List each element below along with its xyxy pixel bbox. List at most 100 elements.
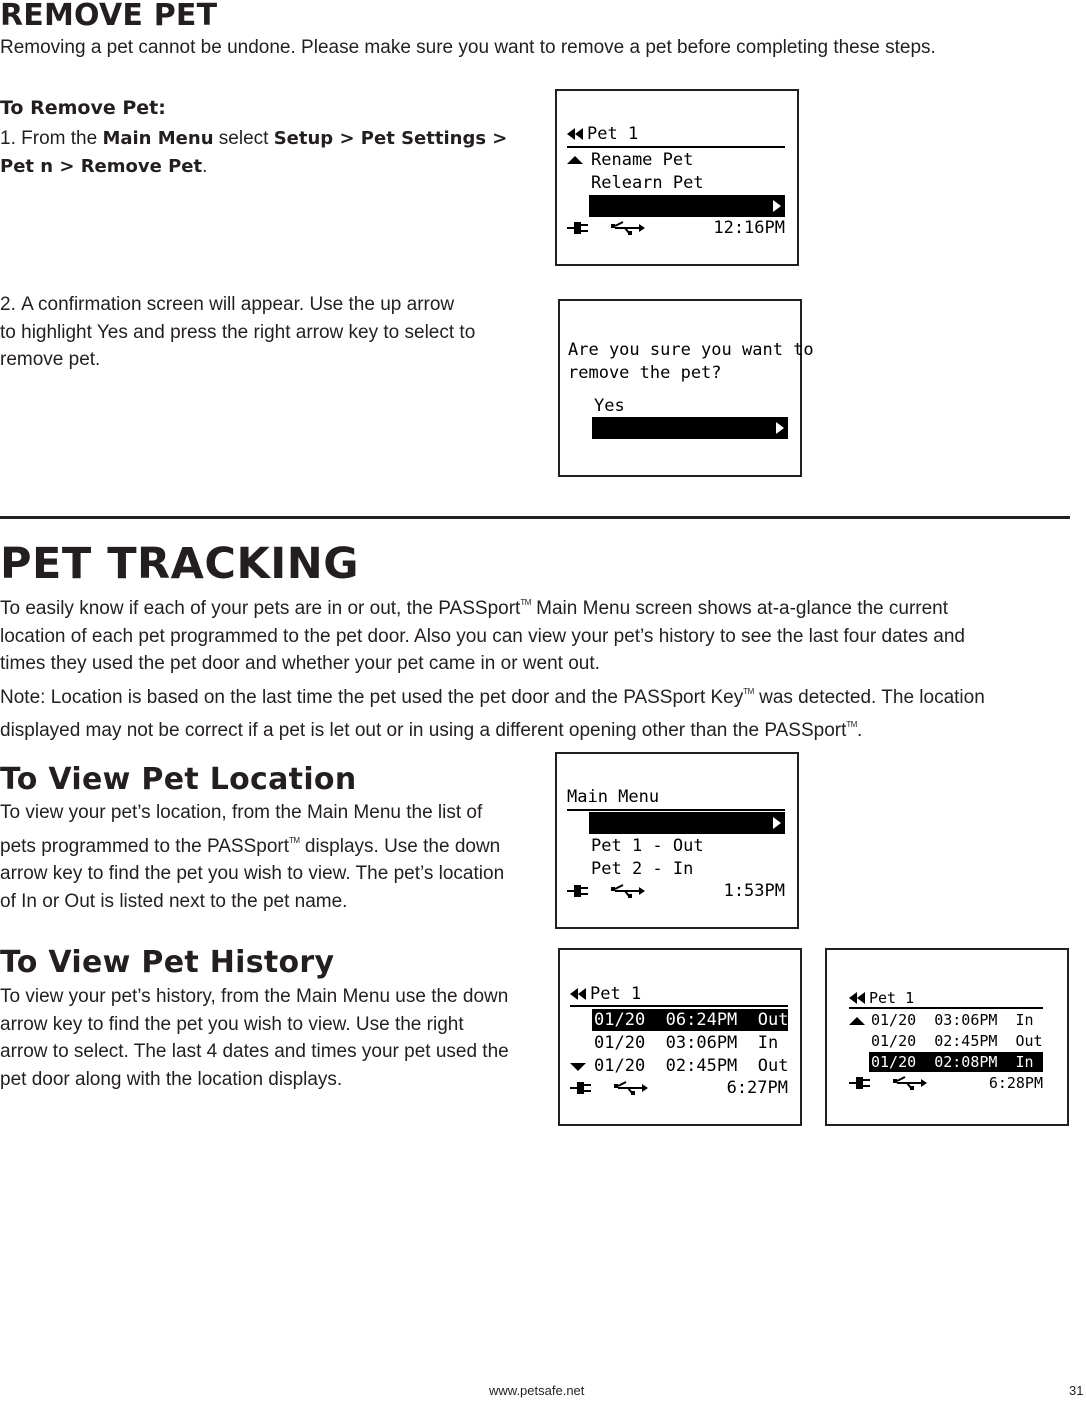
step-2-line: remove pet.: [0, 349, 101, 371]
confirm-question-line: Are you sure you want to: [568, 340, 814, 360]
history-entry: 01/20 03:06PM In: [594, 1033, 779, 1053]
step-1-text: select: [213, 128, 274, 149]
power-plug-icon: [849, 1077, 870, 1089]
remove-pet-intro: Removing a pet cannot be undone. Please …: [0, 37, 936, 58]
location-text: To view your pet’s location, from the Ma…: [0, 802, 483, 823]
rewind-icon: [570, 988, 586, 1000]
scroll-up-icon: [849, 1017, 865, 1025]
lcd-row-text: No: [634, 440, 656, 460]
page-number: 31: [1069, 1383, 1084, 1398]
step-1: 1. From the Main Menu select Setup > Pet…: [0, 125, 530, 180]
lcd-clock: 1:53PM: [723, 881, 785, 901]
pet-tracking-intro: To easily know if each of your pets are …: [0, 589, 985, 745]
lcd-screen-main-menu: Main Menu Setup Pet 1 - Out Pet 2 - In 1…: [555, 752, 799, 929]
step-2: 2. A confirmation screen will appear. Us…: [0, 291, 475, 374]
step-1-number: 1.: [0, 128, 16, 149]
view-location-text: To view your pet’s location, from the Ma…: [0, 799, 504, 915]
history-text: pet door along with the location display…: [0, 1068, 343, 1090]
lcd-menu-item-setup-selected: Setup: [589, 812, 785, 855]
lcd-title-text: Pet 1: [590, 984, 642, 1004]
history-entry: 01/20 03:06PM In: [871, 1011, 1034, 1029]
lcd-title: Pet 1: [567, 124, 638, 144]
lcd-screen-history-1: Pet 1 01/20 06:24PM Out 01/20 03:06PM In…: [558, 948, 802, 1126]
lcd-menu-item-remove-pet-selected: Remove Pet: [589, 195, 785, 238]
lcd-title-text: Main Menu: [567, 787, 660, 807]
trademark: TM: [289, 835, 300, 845]
note-text: .: [856, 720, 863, 742]
lcd-divider: [567, 146, 785, 148]
lcd-menu-item-rename-pet: Rename Pet: [591, 150, 694, 170]
footer-url[interactable]: www.petsafe.net: [489, 1383, 584, 1398]
lcd-screen-history-2: Pet 1 01/20 03:06PM In 01/20 02:45PM Out…: [825, 948, 1069, 1126]
right-arrow-icon: [773, 817, 781, 829]
intro-text: Main Menu screen shows at-a-glance the c…: [530, 598, 949, 619]
lcd-title: Main Menu: [567, 787, 659, 807]
scroll-up-icon: [567, 156, 583, 164]
intro-text: location of each pet programmed to the p…: [0, 625, 966, 647]
history-text: To view your pet’s history, from the Mai…: [0, 986, 509, 1007]
power-plug-icon: [567, 222, 588, 234]
lcd-menu-item-relearn-pet: Relearn Pet: [591, 173, 704, 193]
lcd-divider: [567, 809, 785, 811]
lcd-title: Pet 1: [570, 984, 641, 1004]
rewind-icon: [849, 992, 865, 1004]
history-text: arrow key to find the pet you wish to vi…: [0, 1013, 464, 1035]
remove-pet-heading: REMOVE PET: [0, 0, 218, 33]
intro-text: times they used the pet door and whether…: [0, 653, 600, 675]
section-divider: [0, 516, 1070, 519]
step-2-line: A confirmation screen will appear. Use t…: [21, 294, 455, 315]
step-1-text: From the: [21, 128, 103, 149]
pet-tracking-heading: PET TRACKING: [0, 539, 360, 589]
trademark: TM: [743, 686, 754, 696]
lcd-status-bar: 6:28PM: [849, 1072, 1043, 1094]
confirm-question: Are you sure you want to remove the pet?: [568, 339, 814, 385]
trademark: TM: [846, 720, 857, 730]
note-text: was detected. The location: [753, 686, 985, 708]
power-plug-icon: [567, 885, 588, 897]
usb-icon: [893, 1076, 927, 1090]
lcd-screen-pet-settings: Pet 1 Rename Pet Relearn Pet Remove Pet …: [555, 89, 799, 266]
trademark: TM: [520, 598, 531, 607]
menu-path-continued: Pet n > Remove Pet: [0, 155, 203, 177]
lcd-title-text: Pet 1: [869, 989, 915, 1007]
lcd-status-bar: 1:53PM: [567, 880, 785, 902]
lcd-clock: 6:28PM: [988, 1074, 1043, 1092]
right-arrow-icon: [773, 200, 781, 212]
main-menu-label: Main Menu: [102, 128, 214, 149]
history-entry: 01/20 02:45PM Out: [594, 1056, 789, 1076]
lcd-divider: [849, 1007, 1043, 1009]
location-text: of In or Out is listed next to the pet n…: [0, 890, 348, 912]
usb-icon: [614, 1081, 648, 1095]
location-text: arrow key to find the pet you wish to vi…: [0, 863, 505, 885]
note-text: Note: Location is based on the last time…: [0, 686, 744, 708]
lcd-option-yes: Yes: [594, 396, 625, 416]
step-2-number: 2.: [0, 294, 16, 315]
lcd-menu-item-pet-2: Pet 2 - In: [591, 859, 694, 879]
note-text: displayed may not be correct if a pet is…: [0, 720, 847, 742]
lcd-status-bar: 6:27PM: [570, 1077, 788, 1099]
lcd-clock: 12:16PM: [713, 218, 785, 238]
view-history-text: To view your pet’s history, from the Mai…: [0, 983, 509, 1093]
step-1-period: .: [202, 155, 208, 177]
history-entry-selected: 01/20 06:24PM Out: [592, 1009, 789, 1031]
rewind-icon: [567, 128, 583, 140]
lcd-divider: [570, 1005, 788, 1007]
intro-text: To easily know if each of your pets are …: [0, 598, 521, 619]
history-entry: 01/20 02:45PM Out: [871, 1032, 1043, 1050]
view-location-heading: To View Pet Location: [0, 762, 357, 797]
usb-icon: [611, 221, 645, 235]
lcd-menu-item-pet-1: Pet 1 - Out: [591, 836, 704, 856]
menu-path: Setup > Pet Settings >: [273, 128, 508, 149]
lcd-title-text: Pet 1: [587, 124, 639, 144]
power-plug-icon: [570, 1082, 591, 1094]
usb-icon: [611, 884, 645, 898]
history-entry-selected: 01/20 02:08PM In: [869, 1052, 1043, 1072]
step-2-line: to highlight Yes and press the right arr…: [0, 321, 476, 343]
location-text: pets programmed to the PASSport: [0, 835, 290, 857]
scroll-down-icon: [570, 1063, 586, 1071]
lcd-option-no-selected: No: [592, 417, 788, 460]
lcd-screen-confirm-remove: Are you sure you want to remove the pet?…: [558, 299, 814, 477]
lcd-status-bar: 12:16PM: [567, 217, 785, 239]
view-history-heading: To View Pet History: [0, 945, 335, 980]
lcd-title: Pet 1: [849, 988, 914, 1008]
